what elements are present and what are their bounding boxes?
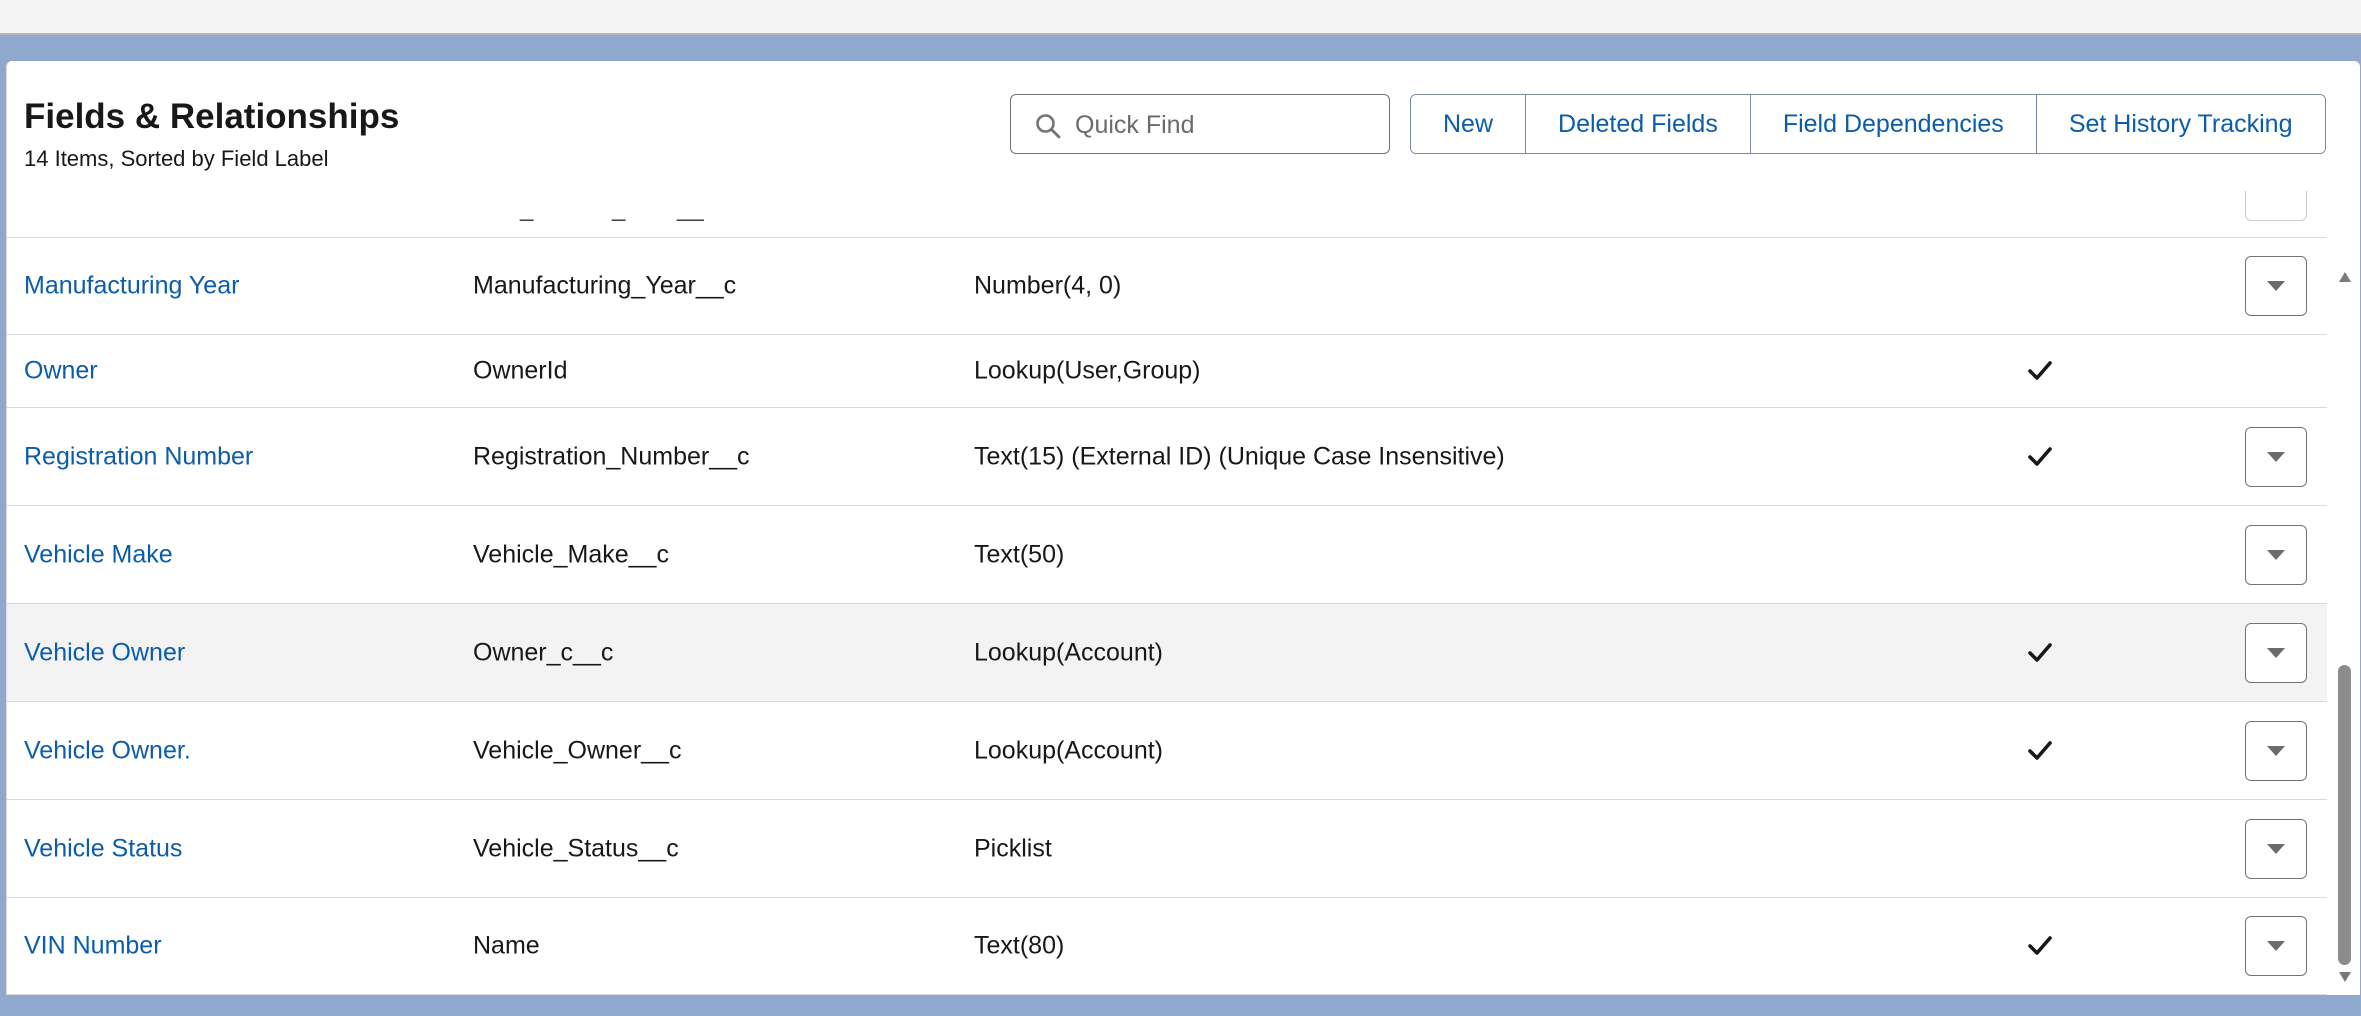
checkmark-icon	[2028, 936, 2052, 955]
background-band-bottom	[0, 995, 2361, 1016]
top-bar	[0, 0, 2361, 35]
field-data-type: Lookup(Account)	[974, 736, 1164, 764]
table-row: Manufacturing Year Manufacturing_Year__c N…	[7, 238, 2327, 335]
row-action-menu-button[interactable]	[2245, 622, 2307, 683]
card-header: Fields & Relationships 14 Items, Sorted …	[7, 61, 2360, 191]
row-action-menu-button[interactable]	[2245, 720, 2307, 781]
field-data-type: Lookup(User,Group)	[974, 356, 1201, 385]
field-data-type: Picklist	[974, 834, 1052, 862]
checkmark-icon	[2028, 446, 2052, 466]
fields-relationships-card: Fields & Relationships 14 Items, Sorted …	[6, 61, 2360, 995]
field-dependencies-button[interactable]: Field Dependencies	[1750, 95, 2037, 153]
chevron-down-icon	[2267, 281, 2285, 291]
field-data-type: Lookup(Account)	[974, 638, 1164, 666]
scroll-down-icon[interactable]	[2338, 971, 2352, 983]
field-label-link[interactable]: Owner	[24, 357, 98, 386]
chevron-down-icon	[2267, 745, 2285, 756]
search-icon	[1036, 114, 1061, 139]
field-label-link[interactable]: Vehicle Status	[24, 834, 182, 863]
field-label-link[interactable]: Vehicle Make	[24, 540, 173, 569]
field-api-name: Vehicle_Make__c	[473, 540, 669, 568]
quick-find-input[interactable]	[1073, 107, 1377, 143]
row-action-menu-button[interactable]	[2245, 524, 2307, 585]
chevron-down-icon	[2267, 647, 2285, 658]
field-api-name: OwnerId	[473, 356, 568, 385]
table-row: Vehicle Status Vehicle_Status__c Picklist	[7, 800, 2327, 898]
checkmark-icon	[2028, 642, 2052, 662]
field-label-link[interactable]: Vehicle Owner	[24, 638, 185, 667]
row-action-button[interactable]	[2245, 191, 2307, 221]
field-label-link[interactable]: Manufacturing Year	[24, 272, 239, 301]
scrollbar[interactable]	[2329, 191, 2360, 995]
deleted-fields-button[interactable]: Deleted Fields	[1526, 95, 1751, 153]
chevron-down-icon	[2267, 549, 2285, 560]
field-api-name: Vehicle_Status__c	[473, 834, 679, 862]
field-label-link[interactable]: Registration Number	[24, 442, 253, 471]
field-data-type: Text(15) (External ID) (Unique Case Inse…	[974, 442, 1505, 470]
table-row: Vehicle Make Vehicle_Make__c Text(50)	[7, 506, 2327, 604]
checkmark-icon	[2028, 361, 2052, 380]
table-row: Owner OwnerId Lookup(User,Group)	[7, 335, 2327, 408]
table-row: Registration Number Registration_Number__…	[7, 408, 2327, 506]
field-api-name: Name	[473, 931, 540, 960]
field-data-type: Text(80)	[974, 931, 1065, 960]
row-action-menu-button[interactable]	[2245, 818, 2307, 879]
table-row: Vehicle Owner. Vehicle_Owner__c Lookup(Acc…	[7, 702, 2327, 800]
chevron-down-icon	[2267, 451, 2285, 462]
set-history-tracking-button[interactable]: Set History Tracking	[2036, 95, 2325, 153]
field-api-name: Registration_Number__c	[473, 442, 750, 470]
table-row: Vehicle Owner Owner_c__c Lookup(Account)	[7, 604, 2327, 702]
field-api-name: Vehicle_Owner__c	[473, 736, 682, 764]
field-api-name: Owner_c__c	[473, 638, 614, 666]
field-label-link[interactable]: VIN Number	[24, 932, 162, 961]
row-action-menu-button[interactable]	[2245, 426, 2307, 487]
header-button-group: New Deleted Fields Field Dependencies Se…	[1410, 94, 2326, 154]
chevron-down-icon	[2267, 843, 2285, 854]
field-api-name: Manufacturing_Year__c	[473, 271, 737, 300]
quick-find-box[interactable]	[1010, 94, 1390, 154]
item-count-subtitle: 14 Items, Sorted by Field Label	[24, 146, 329, 171]
field-data-type: Text(50)	[974, 540, 1065, 568]
new-button[interactable]: New	[1411, 95, 1527, 153]
background-band	[0, 35, 2361, 61]
row-action-menu-button[interactable]	[2245, 916, 2307, 976]
field-label-link[interactable]: Vehicle Owner.	[24, 736, 191, 765]
chevron-down-icon	[2267, 941, 2285, 951]
checkmark-icon	[2028, 740, 2052, 760]
scrollbar-thumb[interactable]	[2338, 665, 2351, 965]
partially-hidden-row: _ _ __	[7, 191, 2327, 238]
scroll-up-icon[interactable]	[2338, 271, 2352, 283]
row-action-menu-button[interactable]	[2245, 256, 2307, 316]
page-title: Fields & Relationships	[24, 97, 400, 136]
fields-table: Manufacturing Year Manufacturing_Year__c N…	[7, 238, 2327, 995]
table-row: VIN Number Name Text(80)	[7, 898, 2327, 995]
field-data-type: Number(4, 0)	[974, 271, 1122, 300]
